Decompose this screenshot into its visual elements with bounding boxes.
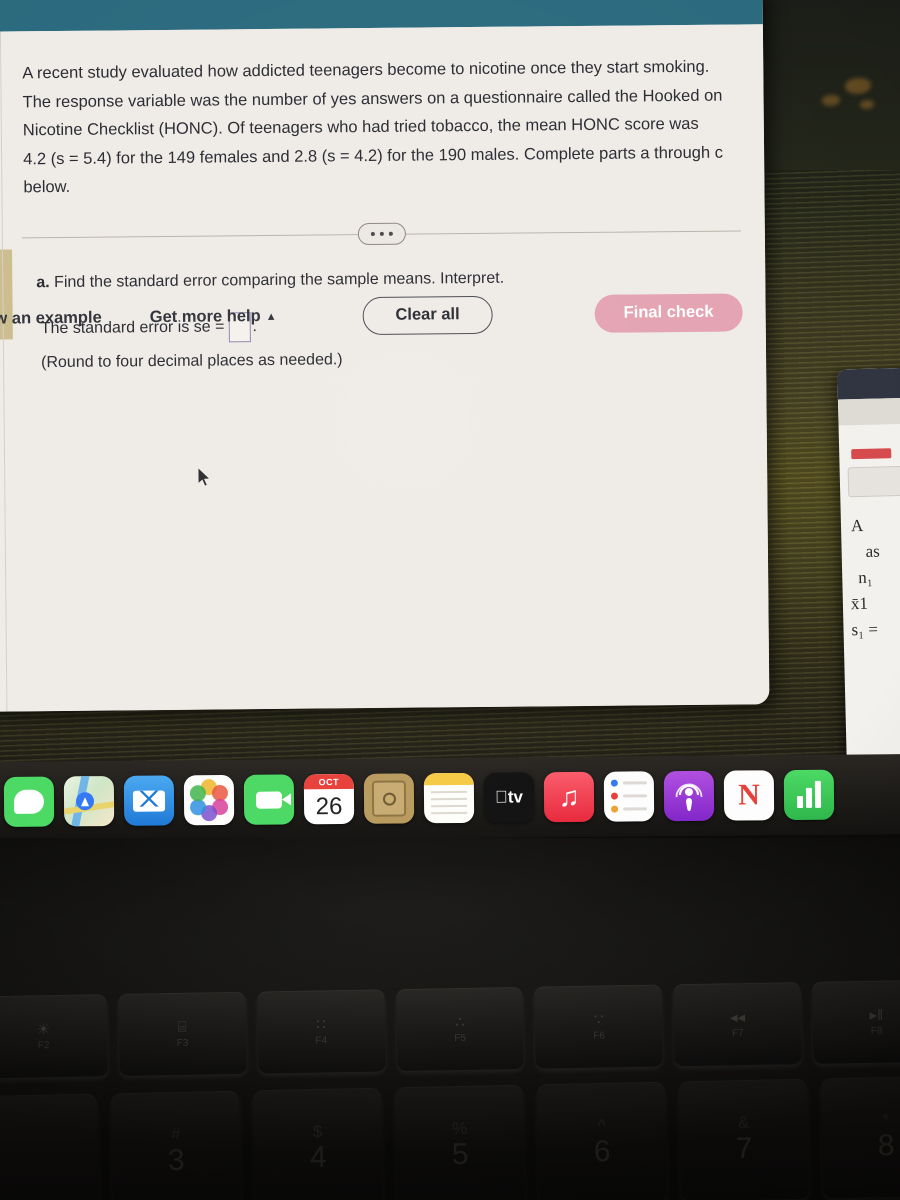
play-pause-icon: ▸‖: [869, 1006, 884, 1024]
number-key-row: #3 $4 % 5 ^ 6 & 7 * 8: [0, 1075, 900, 1200]
macos-dock: OCT 26 tv ♫: [0, 753, 900, 843]
key-f4[interactable]: ∷ F4: [257, 989, 386, 1074]
key-6[interactable]: ^ 6: [536, 1081, 668, 1200]
calendar-day-label: 26: [315, 792, 343, 820]
news-icon: N: [737, 778, 760, 812]
key-4[interactable]: $4: [252, 1087, 384, 1200]
dock-item-calendar[interactable]: OCT 26: [303, 773, 355, 825]
dock-item-reminders[interactable]: [603, 771, 655, 822]
key-3[interactable]: #3: [110, 1090, 242, 1200]
rounding-instruction: (Round to four decimal places as needed.…: [41, 350, 343, 371]
problem-statement: A recent study evaluated how addicted te…: [22, 57, 724, 197]
dock-item-appletv[interactable]: tv: [483, 772, 535, 823]
dock-item-messages[interactable]: [3, 776, 55, 827]
bg-formula-line-2: as: [865, 541, 881, 561]
homework-window: A recent study evaluated how addicted te…: [0, 0, 770, 712]
view-an-example-link[interactable]: iew an example: [0, 309, 102, 329]
maps-pin-icon: [75, 792, 95, 811]
background-window-accent-bar: [851, 448, 892, 460]
background-window-titlebar: [837, 366, 900, 400]
calendar-month-label: OCT: [303, 773, 354, 790]
music-note-icon: ♫: [558, 780, 580, 813]
dock-item-stocks[interactable]: [783, 769, 835, 821]
function-key-row: ☀ F2 ⌸ F3 ∷ F4 ∴ F5 ∵ F6 ◂◂ F7 ▸‖ F8: [0, 979, 900, 1079]
keyboard-backlight-icon: ∴: [454, 1013, 465, 1031]
background-window-tabstrip: [837, 396, 900, 426]
stocks-icon: [796, 795, 804, 809]
key-f7[interactable]: ◂◂ F7: [673, 982, 802, 1067]
get-more-help-button[interactable]: Get more help ▲: [150, 307, 277, 327]
section-divider: [21, 217, 741, 250]
caret-up-icon: ▲: [265, 310, 277, 323]
key-f5[interactable]: ∴ F5: [395, 986, 525, 1072]
bg-formula-line-3: n₁: [858, 567, 873, 588]
dock-item-maps[interactable]: [63, 775, 115, 827]
ellipsis-dot-icon: [388, 231, 393, 236]
clear-all-button[interactable]: Clear all: [362, 295, 493, 335]
ellipsis-dot-icon: [370, 231, 375, 236]
dock-item-photos[interactable]: [183, 774, 235, 826]
get-more-help-label: Get more help: [149, 307, 261, 327]
appletv-label: tv: [501, 787, 523, 807]
problem-action-bar: iew an example Get more help ▲ Clear all…: [0, 281, 756, 350]
launchpad-icon: ∷: [316, 1015, 326, 1034]
messages-icon: [13, 789, 45, 814]
apple-logo-icon: : [495, 788, 508, 808]
key-8[interactable]: * 8: [820, 1075, 900, 1199]
dock-item-news[interactable]: N: [723, 770, 775, 821]
keyboard-backlight-up-icon: ∵: [593, 1010, 604, 1029]
notes-icon: [423, 772, 474, 786]
physical-keyboard: ☀ F2 ⌸ F3 ∷ F4 ∴ F5 ∵ F6 ◂◂ F7 ▸‖ F8 #3 $4 % 5 ^…: [0, 838, 900, 1200]
brightness-icon: ☀: [36, 1020, 51, 1038]
ellipsis-dot-icon: [379, 231, 384, 236]
background-window-body: A as n₁ x̄1 s₁ =: [839, 423, 900, 644]
content-divider-line: [0, 31, 8, 712]
key-f6[interactable]: ∵ F6: [534, 984, 663, 1069]
mouse-pointer-icon: [198, 467, 211, 487]
rewind-icon: ◂◂: [729, 1008, 746, 1026]
key-7[interactable]: & 7: [678, 1078, 810, 1200]
key-5[interactable]: % 5: [394, 1084, 526, 1200]
background-window-input-box[interactable]: [847, 465, 900, 498]
dock-item-facetime[interactable]: [243, 774, 295, 825]
dock-item-notes[interactable]: [423, 772, 475, 824]
dock-item-podcasts[interactable]: [663, 770, 715, 822]
contacts-icon: [371, 780, 407, 817]
dock-item-mail[interactable]: [123, 775, 175, 826]
problem-content: A recent study evaluated how addicted te…: [0, 24, 756, 487]
podcasts-icon: [675, 783, 703, 811]
background-window[interactable]: A as n₁ x̄1 s₁ =: [837, 366, 900, 766]
key-f2[interactable]: ☀ F2: [0, 994, 108, 1079]
key-f3[interactable]: ⌸ F3: [118, 991, 247, 1076]
problem-sheet: A recent study evaluated how addicted te…: [0, 24, 770, 712]
ellipsis-expand-button[interactable]: [357, 222, 406, 245]
dock-item-contacts[interactable]: [363, 773, 415, 824]
bg-formula-line-4: x̄1: [850, 593, 869, 614]
key-blank[interactable]: [0, 1093, 100, 1200]
key-f8[interactable]: ▸‖ F8: [812, 979, 900, 1064]
dock-item-music[interactable]: ♫: [543, 771, 595, 823]
reminders-icon: [610, 779, 647, 787]
mission-control-icon: ⌸: [177, 1018, 187, 1036]
bg-formula-line-5: s₁ =: [851, 619, 879, 640]
mail-envelope-icon: [132, 790, 166, 812]
facetime-camera-icon: [255, 791, 283, 809]
bg-formula-line-1: A: [850, 515, 864, 536]
final-check-button[interactable]: Final check: [594, 292, 743, 333]
screenshot-root: A as n₁ x̄1 s₁ = A recent study evaluate…: [0, 0, 900, 1200]
